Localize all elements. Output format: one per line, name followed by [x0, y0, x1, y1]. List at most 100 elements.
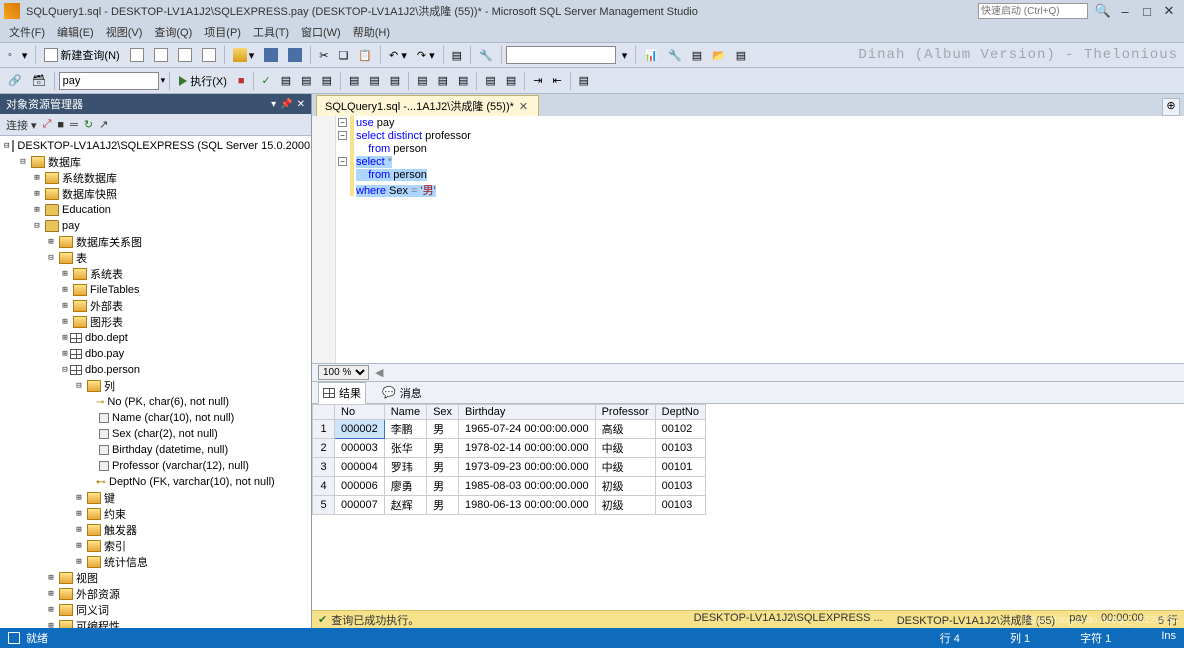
grid-cell[interactable]: 2: [313, 439, 335, 458]
outdent-icon[interactable]: ⇤: [548, 72, 565, 89]
grid-cell[interactable]: 00103: [655, 477, 705, 496]
save-all-icon[interactable]: [284, 46, 306, 64]
results-file-icon[interactable]: ▤: [454, 72, 472, 89]
grid-cell[interactable]: 男: [427, 477, 459, 496]
display-plan-icon[interactable]: ▤: [277, 72, 295, 89]
close-button[interactable]: ✕: [1158, 3, 1180, 19]
include-stats-icon[interactable]: ▤: [365, 72, 383, 89]
tree-programmability[interactable]: ⊞可编程性: [0, 618, 311, 628]
grid-cell[interactable]: 初级: [595, 477, 655, 496]
panel-pin-icon[interactable]: 📌: [280, 99, 292, 110]
grid-cell[interactable]: 5: [313, 496, 335, 515]
tree-triggers[interactable]: ⊞触发器: [0, 522, 311, 538]
grid-cell[interactable]: 1980-06-13 00:00:00.000: [459, 496, 596, 515]
tree-keys[interactable]: ⊞键: [0, 490, 311, 506]
fold-icon[interactable]: −: [338, 131, 347, 140]
grid-cell[interactable]: 1965-07-24 00:00:00.000: [459, 420, 596, 439]
tree-constraints[interactable]: ⊞约束: [0, 506, 311, 522]
connect-button[interactable]: 连接 ▾: [6, 117, 37, 133]
grid-cell[interactable]: 000006: [335, 477, 385, 496]
grid-cell[interactable]: 00103: [655, 439, 705, 458]
menu-tools[interactable]: 工具(T): [248, 23, 294, 41]
filter-icon[interactable]: ═: [70, 119, 78, 131]
tab-results[interactable]: 结果: [318, 382, 366, 404]
zoom-selector[interactable]: 100 %: [318, 365, 369, 380]
nav-left-icon[interactable]: ◀: [375, 366, 383, 379]
new-item-icon[interactable]: [174, 46, 196, 64]
grid-cell[interactable]: 3: [313, 458, 335, 477]
tree-columns[interactable]: ⊟列: [0, 378, 311, 394]
tree-col-no[interactable]: ⊸No (PK, char(6), not null): [0, 394, 311, 410]
grid-cell[interactable]: 罗玮: [384, 458, 426, 477]
new-solution-icon[interactable]: [126, 46, 148, 64]
new-tab-button[interactable]: ⊕: [1162, 98, 1180, 116]
grid-cell[interactable]: 初级: [595, 496, 655, 515]
grid-cell[interactable]: 男: [427, 439, 459, 458]
quick-launch-input[interactable]: [978, 3, 1088, 19]
tree-views[interactable]: ⊞视图: [0, 570, 311, 586]
grid-cell[interactable]: 000004: [335, 458, 385, 477]
panel-close-icon[interactable]: ✕: [297, 99, 305, 110]
grid-cell[interactable]: 高级: [595, 420, 655, 439]
sql-editor[interactable]: − − − use pay select distinct professor …: [312, 116, 1184, 364]
tree-indexes[interactable]: ⊞索引: [0, 538, 311, 554]
nav-back-button[interactable]: ◦: [4, 47, 16, 63]
include-live-icon[interactable]: ▤: [386, 72, 404, 89]
maximize-button[interactable]: □: [1136, 4, 1158, 19]
minimize-button[interactable]: –: [1114, 4, 1136, 19]
grid-cell[interactable]: 赵辉: [384, 496, 426, 515]
tree-databases[interactable]: ⊟数据库: [0, 154, 311, 170]
tree-db-diagrams[interactable]: ⊞数据库关系图: [0, 234, 311, 250]
tree-col-name[interactable]: Name (char(10), not null): [0, 410, 311, 426]
paste-icon[interactable]: 📋: [354, 47, 376, 64]
grid-cell[interactable]: 廖勇: [384, 477, 426, 496]
tree-pay[interactable]: ⊟pay: [0, 218, 311, 234]
grid-cell[interactable]: 1973-09-23 00:00:00.000: [459, 458, 596, 477]
tree-graph[interactable]: ⊞图形表: [0, 314, 311, 330]
grid-cell[interactable]: 男: [427, 458, 459, 477]
new-project-icon[interactable]: [150, 46, 172, 64]
uncomment-icon[interactable]: ▤: [502, 72, 520, 89]
object-explorer-icon[interactable]: 📂: [708, 47, 730, 64]
execute-button[interactable]: 执行(X): [174, 71, 232, 91]
tree-dbo-pay[interactable]: ⊞dbo.pay: [0, 346, 311, 362]
grid-cell[interactable]: 000003: [335, 439, 385, 458]
tree-ext-res[interactable]: ⊞外部资源: [0, 586, 311, 602]
new-query-button[interactable]: 新建查询(N): [40, 45, 123, 65]
results-grid[interactable]: NoNameSexBirthdayProfessorDeptNo1000002李…: [312, 404, 1184, 610]
tree-col-professor[interactable]: Professor (varchar(12), null): [0, 458, 311, 474]
search-icon[interactable]: 🔍: [1092, 3, 1114, 19]
tree-col-deptno[interactable]: ⊷DeptNo (FK, varchar(10), not null): [0, 474, 311, 490]
tree-dbo-dept[interactable]: ⊞dbo.dept: [0, 330, 311, 346]
grid-cell[interactable]: 4: [313, 477, 335, 496]
activity-monitor-icon[interactable]: 📊: [640, 47, 662, 64]
tree-tables[interactable]: ⊟表: [0, 250, 311, 266]
grid-cell[interactable]: 00101: [655, 458, 705, 477]
query-options-icon[interactable]: ▤: [297, 72, 315, 89]
menu-project[interactable]: 项目(P): [199, 23, 246, 41]
specify-values-icon[interactable]: ▤: [575, 72, 593, 89]
menu-view[interactable]: 视图(V): [101, 23, 148, 41]
disconnect-icon[interactable]: ⤢: [43, 118, 52, 131]
results-grid-icon[interactable]: ▤: [434, 72, 452, 89]
tree-dbo-person[interactable]: ⊟dbo.person: [0, 362, 311, 378]
grid-cell[interactable]: 男: [427, 420, 459, 439]
grid-cell[interactable]: 1978-02-14 00:00:00.000: [459, 439, 596, 458]
policy-icon[interactable]: ↗: [99, 118, 108, 131]
template-icon[interactable]: ▤: [688, 47, 706, 64]
save-icon[interactable]: [260, 46, 282, 64]
tree-ext-tables[interactable]: ⊞外部表: [0, 298, 311, 314]
cut-icon[interactable]: ✂: [315, 47, 332, 64]
panel-dropdown-icon[interactable]: ▾: [271, 99, 276, 110]
tree-education[interactable]: ⊞Education: [0, 202, 311, 218]
include-plan-icon[interactable]: ▤: [345, 72, 363, 89]
comment-icon[interactable]: ▤: [481, 72, 499, 89]
copy-icon[interactable]: ❏: [334, 47, 352, 64]
indent-icon[interactable]: ⇥: [529, 72, 546, 89]
grid-cell[interactable]: 中级: [595, 439, 655, 458]
grid-cell[interactable]: 1985-08-03 00:00:00.000: [459, 477, 596, 496]
change-connection-icon[interactable]: 🔗: [4, 72, 26, 89]
nav-fwd-button[interactable]: ▾: [18, 47, 32, 64]
fold-icon[interactable]: −: [338, 157, 347, 166]
open-file-icon[interactable]: ▾: [229, 46, 259, 64]
